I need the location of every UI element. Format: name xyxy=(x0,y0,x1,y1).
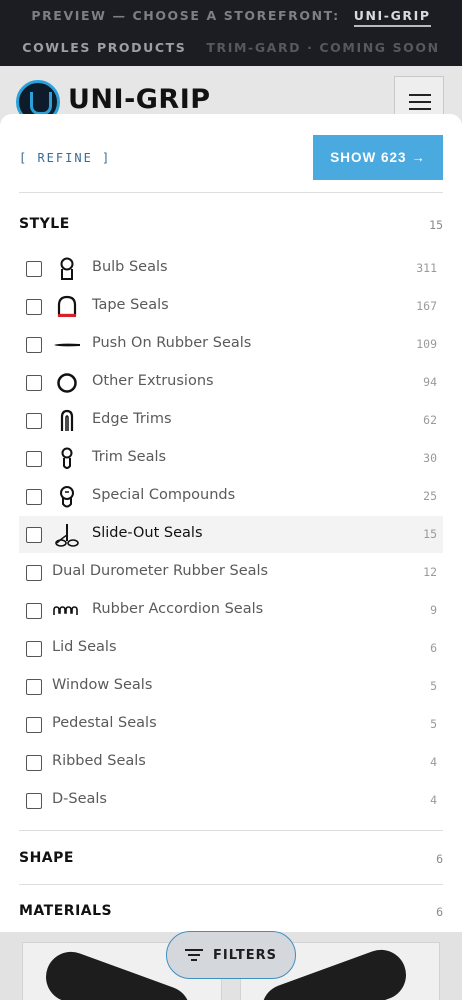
option-label: Trim Seals xyxy=(92,449,167,465)
checkbox[interactable] xyxy=(26,337,42,353)
materials-section-header[interactable]: MATERIALS 6 xyxy=(19,903,443,923)
special-compound-icon xyxy=(53,483,81,511)
divider xyxy=(19,884,443,885)
checkbox[interactable] xyxy=(26,565,42,581)
bulb-seal-icon xyxy=(53,255,81,283)
option-label: Rubber Accordion Seals xyxy=(92,601,264,617)
store-link-cowles[interactable]: COWLES PRODUCTS xyxy=(22,40,186,55)
option-count: 5 xyxy=(430,717,437,731)
store-link-uni-grip[interactable]: UNI-GRIP xyxy=(353,8,431,27)
option-label: Bulb Seals xyxy=(92,259,168,275)
checkbox[interactable] xyxy=(26,489,42,505)
option-label: Ribbed Seals xyxy=(52,753,146,769)
trim-seal-icon xyxy=(53,445,81,473)
shape-section-title: SHAPE xyxy=(19,850,74,866)
accordion-seal-icon xyxy=(53,597,81,625)
checkbox[interactable] xyxy=(26,261,42,277)
filters-button[interactable]: FILTERS xyxy=(166,931,296,979)
option-count: 311 xyxy=(416,261,437,275)
option-label: Special Compounds xyxy=(92,487,236,503)
filter-option-push-on-rubber-seals[interactable]: Push On Rubber Seals 109 xyxy=(19,326,443,363)
edge-trim-icon xyxy=(53,407,81,435)
preview-banner: PREVIEW — CHOOSE A STOREFRONT: UNI-GRIP C… xyxy=(0,0,462,66)
tape-seal-icon xyxy=(53,293,81,321)
filters-label: FILTERS xyxy=(213,947,277,963)
filter-option-edge-trims[interactable]: Edge Trims 62 xyxy=(19,402,443,439)
checkbox[interactable] xyxy=(26,451,42,467)
filter-option-lid-seals[interactable]: Lid Seals 6 xyxy=(19,630,443,667)
filter-option-window-seals[interactable]: Window Seals 5 xyxy=(19,668,443,705)
checkbox[interactable] xyxy=(26,413,42,429)
option-count: 30 xyxy=(423,451,437,465)
filter-option-tape-seals[interactable]: Tape Seals 167 xyxy=(19,288,443,325)
checkbox[interactable] xyxy=(26,603,42,619)
checkbox[interactable] xyxy=(26,717,42,733)
option-label: D-Seals xyxy=(52,791,107,807)
divider xyxy=(19,830,443,831)
filter-option-bulb-seals[interactable]: Bulb Seals 311 xyxy=(19,250,443,287)
preview-prefix: PREVIEW — CHOOSE A STOREFRONT: xyxy=(31,8,340,23)
filter-option-other-extrusions[interactable]: Other Extrusions 94 xyxy=(19,364,443,401)
extrusion-ring-icon xyxy=(53,369,81,397)
option-label: Slide-Out Seals xyxy=(92,525,203,541)
refine-label: [ REFINE ] xyxy=(19,151,112,165)
option-label: Edge Trims xyxy=(92,411,172,427)
logo-text[interactable]: UNI-GRIP xyxy=(68,84,211,115)
filter-option-slide-out-seals[interactable]: Slide-Out Seals 15 xyxy=(19,516,443,553)
option-count: 15 xyxy=(423,527,437,541)
option-label: Lid Seals xyxy=(52,639,117,655)
option-count: 167 xyxy=(416,299,437,313)
option-count: 12 xyxy=(423,565,437,579)
option-count: 109 xyxy=(416,337,437,351)
filter-option-dual-durometer-rubber-seals[interactable]: Dual Durometer Rubber Seals 12 xyxy=(19,554,443,591)
materials-section-title: MATERIALS xyxy=(19,903,113,919)
option-count: 6 xyxy=(430,641,437,655)
option-label: Tape Seals xyxy=(92,297,169,313)
checkbox[interactable] xyxy=(26,299,42,315)
show-results-button[interactable]: SHOW 623 → xyxy=(313,135,443,180)
divider xyxy=(19,192,443,193)
preview-row-storefront: PREVIEW — CHOOSE A STOREFRONT: UNI-GRIP xyxy=(0,8,462,27)
option-label: Pedestal Seals xyxy=(52,715,157,731)
style-section-title: STYLE xyxy=(19,216,70,232)
filter-option-trim-seals[interactable]: Trim Seals 30 xyxy=(19,440,443,477)
option-label: Push On Rubber Seals xyxy=(92,335,252,351)
filter-option-special-compounds[interactable]: Special Compounds 25 xyxy=(19,478,443,515)
checkbox[interactable] xyxy=(26,375,42,391)
filter-option-ribbed-seals[interactable]: Ribbed Seals 4 xyxy=(19,744,443,781)
option-count: 62 xyxy=(423,413,437,427)
option-label: Dual Durometer Rubber Seals xyxy=(52,563,269,579)
checkbox[interactable] xyxy=(26,755,42,771)
shape-section-count: 6 xyxy=(436,852,443,866)
filter-drawer: [ REFINE ] SHOW 623 → STYLE 15 Bulb Seal… xyxy=(0,114,462,932)
option-count: 4 xyxy=(430,755,437,769)
slide-out-seal-icon xyxy=(53,521,81,549)
push-on-seal-icon xyxy=(53,331,81,359)
option-count: 9 xyxy=(430,603,437,617)
style-section-count: 15 xyxy=(429,218,443,232)
option-count: 25 xyxy=(423,489,437,503)
option-label: Other Extrusions xyxy=(92,373,214,389)
filter-option-rubber-accordion-seals[interactable]: Rubber Accordion Seals 9 xyxy=(19,592,443,629)
option-label: Window Seals xyxy=(52,677,153,693)
checkbox[interactable] xyxy=(26,527,42,543)
checkbox[interactable] xyxy=(26,679,42,695)
option-count: 5 xyxy=(430,679,437,693)
filter-option-pedestal-seals[interactable]: Pedestal Seals 5 xyxy=(19,706,443,743)
checkbox[interactable] xyxy=(26,641,42,657)
materials-section-count: 6 xyxy=(436,905,443,919)
option-count: 4 xyxy=(430,793,437,807)
filter-option-d-seals[interactable]: D-Seals 4 xyxy=(19,782,443,819)
filter-lines-icon xyxy=(185,948,203,962)
option-count: 94 xyxy=(423,375,437,389)
checkbox[interactable] xyxy=(26,793,42,809)
style-section-header[interactable]: STYLE 15 xyxy=(19,216,443,236)
preview-row-stores: COWLES PRODUCTS TRIM-GARD · COMING SOON xyxy=(0,40,462,55)
shape-section-header[interactable]: SHAPE 6 xyxy=(19,850,443,870)
store-link-trim-gard: TRIM-GARD · COMING SOON xyxy=(206,40,440,55)
